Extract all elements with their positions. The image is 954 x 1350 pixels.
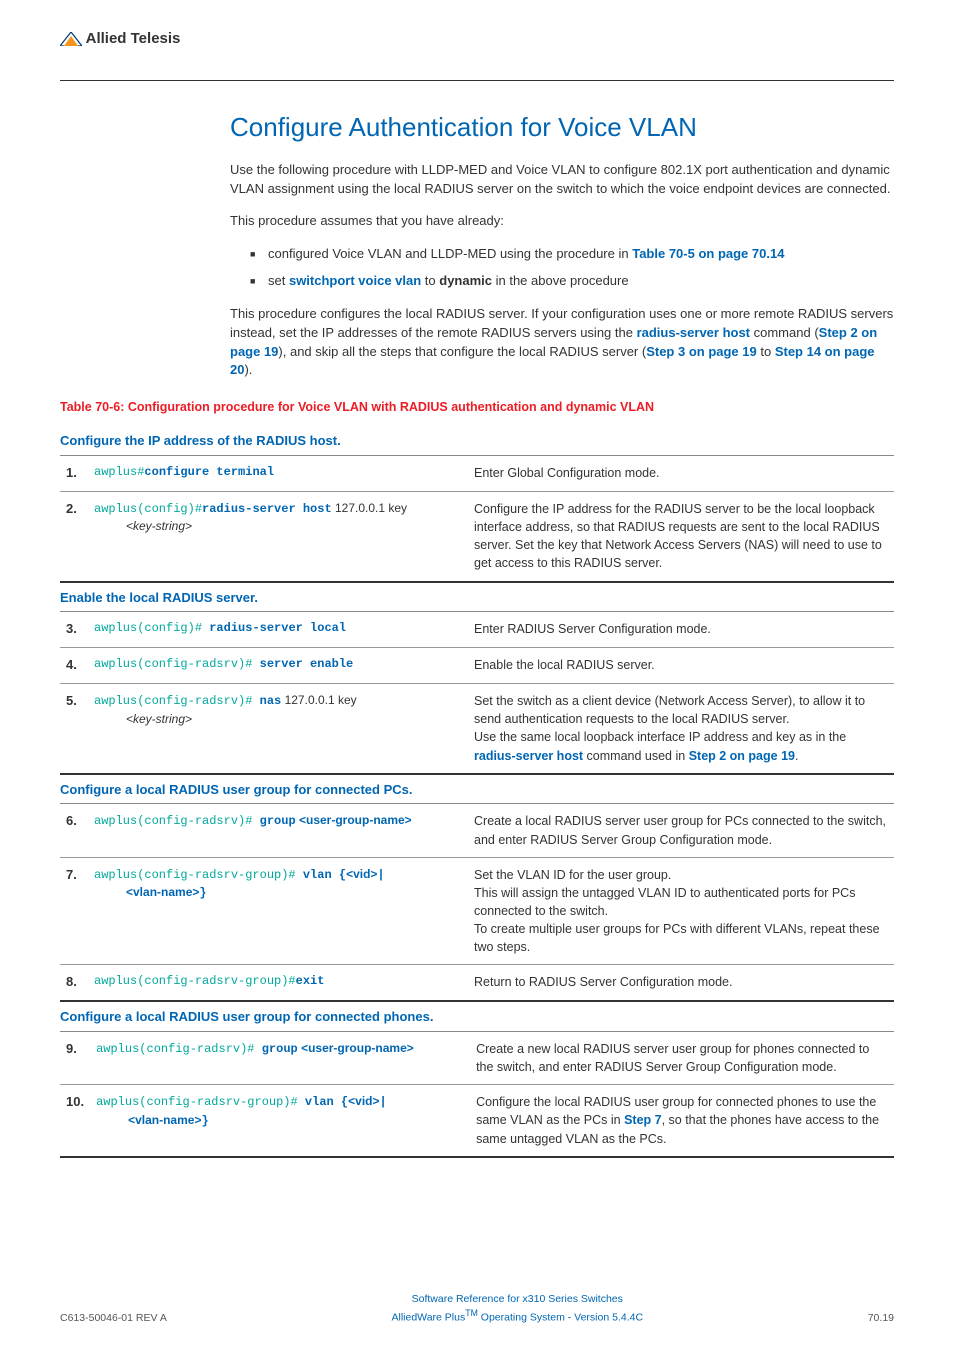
description-cell: Create a local RADIUS server user group …: [468, 804, 894, 857]
procedure-table: 3. awplus(config)# radius-server local E…: [60, 612, 894, 774]
table-link[interactable]: Table 70-5 on page 70.14: [632, 246, 784, 261]
command-cell: awplus(config-radsrv-group)#exit: [88, 965, 468, 1001]
section-header: Configure the IP address of the RADIUS h…: [60, 426, 894, 456]
step-number: 3.: [60, 612, 88, 647]
logo-text: Allied Telesis: [86, 30, 181, 47]
description-cell: Configure the local RADIUS user group fo…: [470, 1085, 894, 1157]
step-number: 7.: [60, 857, 88, 965]
table-row: 3. awplus(config)# radius-server local E…: [60, 612, 894, 647]
command-cell: awplus#configure terminal: [88, 456, 468, 491]
table-row: 1. awplus#configure terminal Enter Globa…: [60, 456, 894, 491]
step-number: 6.: [60, 804, 88, 857]
table-caption: Table 70-6: Configuration procedure for …: [60, 398, 894, 416]
footer-center: Software Reference for x310 Series Switc…: [167, 1292, 868, 1326]
command-cell: awplus(config-radsrv)# nas 127.0.0.1 key…: [88, 684, 468, 774]
section-header: Configure a local RADIUS user group for …: [60, 775, 894, 805]
command-cell: awplus(config)#radius-server host 127.0.…: [88, 492, 468, 582]
section-header: Configure a local RADIUS user group for …: [60, 1002, 894, 1032]
header-rule: [60, 80, 894, 81]
description-cell: Enter Global Configuration mode.: [468, 456, 894, 491]
description-cell: Configure the IP address for the RADIUS …: [468, 492, 894, 582]
table-row: 10. awplus(config-radsrv-group)# vlan {<…: [60, 1085, 894, 1157]
section-header: Enable the local RADIUS server.: [60, 583, 894, 613]
table-row: 7. awplus(config-radsrv-group)# vlan {<v…: [60, 857, 894, 965]
step-link[interactable]: Step 7: [624, 1113, 662, 1127]
closing-paragraph: This procedure configures the local RADI…: [230, 305, 894, 380]
description-cell: Set the switch as a client device (Netwo…: [468, 684, 894, 774]
table-row: 4. awplus(config-radsrv)# server enable …: [60, 648, 894, 684]
table-row: 5. awplus(config-radsrv)# nas 127.0.0.1 …: [60, 684, 894, 774]
procedure-table: 6. awplus(config-radsrv)# group <user-gr…: [60, 804, 894, 1002]
brand-logo: Allied Telesis: [60, 28, 180, 50]
command-link[interactable]: radius-server host: [637, 325, 750, 340]
description-cell: Create a new local RADIUS server user gr…: [470, 1032, 894, 1085]
command-link[interactable]: radius-server host: [474, 749, 583, 763]
command-link[interactable]: switchport voice vlan: [289, 273, 421, 288]
logo-triangle-icon: [60, 32, 82, 46]
table-row: 2. awplus(config)#radius-server host 127…: [60, 492, 894, 582]
assume-paragraph: This procedure assumes that you have alr…: [230, 212, 894, 231]
command-cell: awplus(config-radsrv-group)# vlan {<vid>…: [88, 857, 468, 965]
step-number: 1.: [60, 456, 88, 491]
description-cell: Enter RADIUS Server Configuration mode.: [468, 612, 894, 647]
table-row: 9. awplus(config-radsrv)# group <user-gr…: [60, 1032, 894, 1085]
description-cell: Return to RADIUS Server Configuration mo…: [468, 965, 894, 1001]
step-link[interactable]: Step 2 on page 19: [689, 749, 795, 763]
list-item: configured Voice VLAN and LLDP-MED using…: [250, 245, 894, 264]
table-row: 8. awplus(config-radsrv-group)#exit Retu…: [60, 965, 894, 1001]
step-number: 5.: [60, 684, 88, 774]
command-cell: awplus(config)# radius-server local: [88, 612, 468, 647]
table-row: 6. awplus(config-radsrv)# group <user-gr…: [60, 804, 894, 857]
command-cell: awplus(config-radsrv-group)# vlan {<vid>…: [90, 1085, 470, 1157]
list-item: set switchport voice vlan to dynamic in …: [250, 272, 894, 291]
step-number: 4.: [60, 648, 88, 684]
footer-right: 70.19: [868, 1311, 894, 1326]
command-cell: awplus(config-radsrv)# server enable: [88, 648, 468, 684]
command-cell: awplus(config-radsrv)# group <user-group…: [90, 1032, 470, 1085]
command-cell: awplus(config-radsrv)# group <user-group…: [88, 804, 468, 857]
step-number: 10.: [60, 1085, 90, 1157]
page-footer: C613-50046-01 REV A Software Reference f…: [60, 1292, 894, 1326]
procedure-table: 1. awplus#configure terminal Enter Globa…: [60, 456, 894, 582]
prereq-list: configured Voice VLAN and LLDP-MED using…: [250, 245, 894, 291]
description-cell: Set the VLAN ID for the user group. This…: [468, 857, 894, 965]
description-cell: Enable the local RADIUS server.: [468, 648, 894, 684]
step-number: 2.: [60, 492, 88, 582]
procedure-table: 9. awplus(config-radsrv)# group <user-gr…: [60, 1032, 894, 1158]
step-number: 8.: [60, 965, 88, 1001]
intro-paragraph: Use the following procedure with LLDP-ME…: [230, 161, 894, 199]
step-link[interactable]: Step 3 on page 19: [646, 344, 757, 359]
footer-left: C613-50046-01 REV A: [60, 1311, 167, 1326]
page-title: Configure Authentication for Voice VLAN: [230, 109, 894, 147]
step-number: 9.: [60, 1032, 90, 1085]
